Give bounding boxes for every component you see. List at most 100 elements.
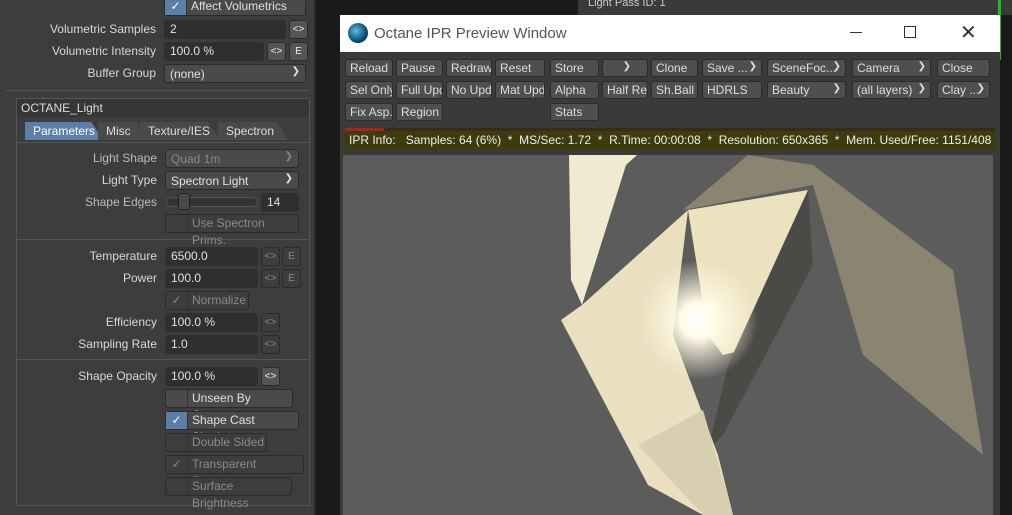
transparent-emission-checkbox[interactable]: ✓Transparent Emission bbox=[165, 455, 304, 488]
checkbox-label: Double Sided bbox=[192, 435, 265, 449]
drag-arrows-icon[interactable]: <> bbox=[261, 247, 280, 266]
normalize-checkbox[interactable]: ✓ Normalize bbox=[165, 291, 249, 310]
check-icon: ✓ bbox=[166, 412, 188, 429]
ipr-info-bar: IPR Info: Samples: 64 (6%) * MS/Sec: 1.7… bbox=[345, 128, 995, 150]
dropdown-value: Clay ... bbox=[942, 83, 980, 97]
drag-arrows-icon[interactable]: <> bbox=[289, 20, 308, 39]
stats-button[interactable]: Stats bbox=[550, 103, 599, 121]
mat-update-button[interactable]: Mat Upd bbox=[495, 81, 545, 99]
checkbox-label: Normalize bbox=[192, 293, 247, 307]
close-button[interactable]: Close bbox=[937, 59, 990, 77]
sampling-rate-input[interactable]: 1.0 bbox=[165, 335, 258, 354]
dropdown-value: Spectron Light bbox=[171, 174, 249, 188]
check-icon: ✓ bbox=[166, 456, 188, 473]
octane-logo-icon bbox=[348, 23, 368, 43]
drag-arrows-icon[interactable]: <> bbox=[267, 42, 286, 61]
tab-parameters[interactable]: Parameters bbox=[25, 122, 103, 140]
volumetric-intensity-input[interactable]: 100.0 % bbox=[164, 42, 264, 61]
checkbox-box bbox=[166, 390, 188, 407]
shape-cast-shadow-checkbox[interactable]: ✓Shape Cast Shadow bbox=[165, 411, 299, 444]
layers-dropdown[interactable]: (all layers) ❯ bbox=[852, 81, 931, 99]
render-pass-dropdown[interactable]: Beauty ❯ bbox=[767, 81, 846, 99]
drag-arrows-icon[interactable]: <> bbox=[261, 313, 280, 332]
checkbox-label: Affect Volumetrics bbox=[191, 0, 287, 13]
chevron-down-icon: ❯ bbox=[917, 83, 926, 94]
dropdown-value: Camera bbox=[857, 61, 900, 75]
drag-arrows-icon[interactable]: <> bbox=[261, 269, 280, 288]
scene-focus-dropdown[interactable]: SceneFoc... ❯ bbox=[767, 59, 846, 77]
checkbox-label: Surface Brightness bbox=[192, 479, 249, 510]
alpha-button[interactable]: Alpha bbox=[550, 81, 599, 99]
store-button[interactable]: Store bbox=[550, 59, 599, 77]
light-type-dropdown[interactable]: Spectron Light ❯ bbox=[165, 171, 299, 190]
tab-texture-ies[interactable]: Texture/IES bbox=[140, 122, 220, 140]
redraw-button[interactable]: Redraw bbox=[446, 59, 492, 77]
save-dropdown[interactable]: Save ... ❯ bbox=[702, 59, 762, 77]
close-icon[interactable]: ✕ bbox=[960, 20, 977, 45]
shape-edges-input[interactable]: 14 bbox=[261, 193, 299, 212]
hdrls-button[interactable]: HDRLS bbox=[702, 81, 762, 99]
check-icon: ✓ bbox=[165, 0, 187, 15]
envelope-button[interactable]: E bbox=[282, 247, 301, 266]
full-update-button[interactable]: Full Upd. bbox=[396, 81, 443, 99]
checkbox-box bbox=[166, 478, 188, 495]
double-sided-checkbox[interactable]: Double Sided bbox=[165, 433, 267, 452]
chevron-down-icon: ❯ bbox=[832, 61, 841, 72]
volumetric-samples-input[interactable]: 2 bbox=[164, 20, 286, 39]
buffer-group-label: Buffer Group bbox=[87, 66, 156, 80]
half-res-button[interactable]: Half Res bbox=[602, 81, 648, 99]
divider bbox=[17, 359, 309, 360]
window-title: Octane IPR Preview Window bbox=[374, 25, 567, 42]
group-title: OCTANE_Light bbox=[17, 99, 309, 117]
tab-misc[interactable]: Misc bbox=[98, 122, 144, 140]
reload-button[interactable]: Reload bbox=[345, 59, 393, 77]
envelope-button[interactable]: E bbox=[289, 42, 308, 61]
maximize-icon[interactable] bbox=[904, 26, 916, 38]
chevron-down-icon: ❯ bbox=[917, 61, 926, 72]
light-type-label: Light Type bbox=[101, 173, 157, 187]
camera-dropdown[interactable]: Camera ❯ bbox=[852, 59, 931, 77]
light-shape-label: Light Shape bbox=[92, 151, 157, 165]
light-shape-dropdown[interactable]: Quad 1m ❯ bbox=[165, 149, 299, 168]
shape-opacity-input[interactable]: 100.0 % bbox=[165, 367, 258, 386]
pause-button[interactable]: Pause bbox=[396, 59, 443, 77]
rendered-image bbox=[343, 155, 993, 515]
affect-volumetrics-checkbox[interactable]: ✓ Affect Volumetrics bbox=[164, 0, 306, 16]
envelope-button[interactable]: E bbox=[282, 269, 301, 288]
unseen-by-camera-checkbox[interactable]: Unseen By Camera bbox=[165, 389, 293, 422]
render-viewport[interactable] bbox=[343, 155, 993, 515]
sel-only-button[interactable]: Sel Only bbox=[345, 81, 393, 99]
efficiency-input[interactable]: 100.0 % bbox=[165, 313, 258, 332]
chevron-down-icon: ❯ bbox=[622, 61, 631, 72]
title-bar[interactable]: Octane IPR Preview Window ✕ bbox=[340, 15, 1000, 52]
chevron-down-icon: ❯ bbox=[284, 151, 293, 162]
temperature-label: Temperature bbox=[89, 249, 157, 263]
store-dropdown[interactable]: ❯ bbox=[602, 59, 648, 77]
power-input[interactable]: 100.0 bbox=[165, 269, 258, 288]
efficiency-label: Efficiency bbox=[105, 315, 157, 329]
clay-dropdown[interactable]: Clay ... ❯ bbox=[937, 81, 990, 99]
temperature-input[interactable]: 6500.0 bbox=[165, 247, 258, 266]
drag-arrows-icon[interactable]: <> bbox=[261, 367, 280, 386]
dropdown-value: (none) bbox=[170, 67, 205, 81]
use-spectron-prims-checkbox[interactable]: Use Spectron Prims. bbox=[165, 214, 299, 247]
drag-arrows-icon[interactable]: <> bbox=[261, 335, 280, 354]
chevron-down-icon: ❯ bbox=[284, 173, 293, 184]
light-glow bbox=[638, 260, 758, 380]
buffer-group-dropdown[interactable]: (none) ❯ bbox=[164, 64, 306, 83]
surface-brightness-checkbox[interactable]: Surface Brightness bbox=[165, 477, 292, 510]
fix-aspect-button[interactable]: Fix Asp. bbox=[345, 103, 393, 121]
chevron-down-icon: ❯ bbox=[832, 83, 841, 94]
no-update-button[interactable]: No Upd. bbox=[446, 81, 492, 99]
reset-button[interactable]: Reset bbox=[495, 59, 545, 77]
light-pass-id: Light Pass ID: 1 bbox=[588, 0, 666, 9]
slider-handle[interactable] bbox=[178, 193, 190, 210]
region-button[interactable]: Region bbox=[396, 103, 443, 121]
clone-button[interactable]: Clone bbox=[651, 59, 698, 77]
minimize-icon[interactable] bbox=[850, 32, 862, 33]
tab-spectron[interactable]: Spectron bbox=[218, 122, 288, 140]
chevron-down-icon: ❯ bbox=[976, 83, 985, 94]
shader-ball-button[interactable]: Sh.Ball bbox=[651, 81, 698, 99]
sampling-rate-label: Sampling Rate bbox=[78, 337, 157, 351]
render-progress-bar bbox=[345, 128, 384, 131]
